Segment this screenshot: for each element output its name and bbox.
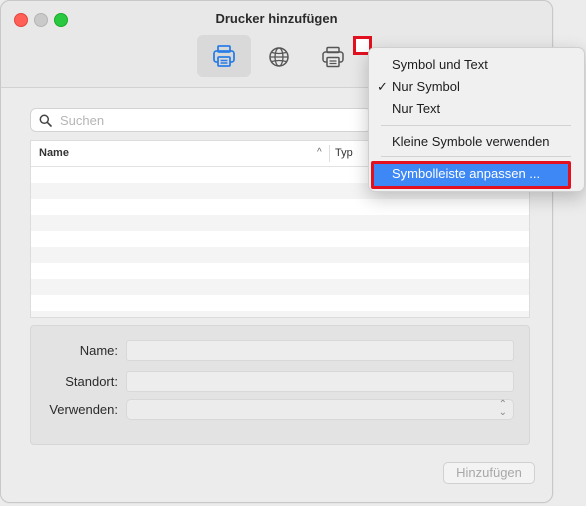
toolbar-default-printer-button[interactable]	[197, 35, 251, 77]
table-row	[31, 199, 529, 215]
table-row	[31, 311, 529, 317]
table-row	[31, 231, 529, 247]
search-input[interactable]	[58, 111, 362, 129]
menu-item-icon-and-text[interactable]: Symbol und Text	[392, 57, 488, 72]
location-field[interactable]	[126, 371, 514, 392]
search-icon	[39, 114, 52, 127]
column-divider[interactable]	[329, 145, 330, 162]
column-header-type[interactable]: Typ	[335, 147, 353, 159]
column-header-name[interactable]: Name	[39, 147, 69, 159]
menu-item-customize-toolbar-label: Symbolleiste anpassen ...	[392, 166, 541, 181]
location-label: Standort:	[65, 374, 118, 389]
sort-ascending-icon: ^	[317, 147, 322, 158]
table-row	[31, 247, 529, 263]
search-field[interactable]	[30, 108, 372, 132]
menu-item-text-only[interactable]: Nur Text	[392, 101, 440, 116]
name-label: Name:	[79, 343, 118, 358]
table-row	[31, 215, 529, 231]
toolbar-windows-printer-button[interactable]	[313, 37, 353, 77]
table-row	[31, 263, 529, 279]
menu-item-small-icons[interactable]: Kleine Symbole verwenden	[392, 134, 550, 149]
printer-windows-icon	[322, 46, 344, 68]
menu-separator	[381, 156, 571, 157]
add-button[interactable]: Hinzufügen	[443, 462, 535, 484]
chevron-updown-icon: ⌃ ⌄	[498, 399, 507, 418]
toolbar-ip-printer-button[interactable]	[259, 37, 299, 77]
toolbar-context-menu: Symbol und Text ✓ Nur Symbol Nur Text Kl…	[368, 47, 585, 192]
menu-item-icon-only[interactable]: Nur Symbol	[392, 79, 460, 94]
table-row	[31, 295, 529, 311]
use-label: Verwenden:	[49, 402, 118, 417]
use-select[interactable]: ⌃ ⌄	[126, 399, 514, 420]
menu-item-customize-toolbar[interactable]: Symbolleiste anpassen ...	[371, 161, 571, 189]
menu-separator	[381, 125, 571, 126]
printer-details-form: Name: Standort: Verwenden: ⌃ ⌄	[30, 325, 530, 445]
checkmark-icon: ✓	[377, 79, 388, 94]
printer-default-icon	[213, 45, 235, 67]
table-row	[31, 279, 529, 295]
name-field[interactable]	[126, 340, 514, 361]
globe-ip-icon	[269, 47, 289, 67]
window-title: Drucker hinzufügen	[215, 11, 338, 26]
